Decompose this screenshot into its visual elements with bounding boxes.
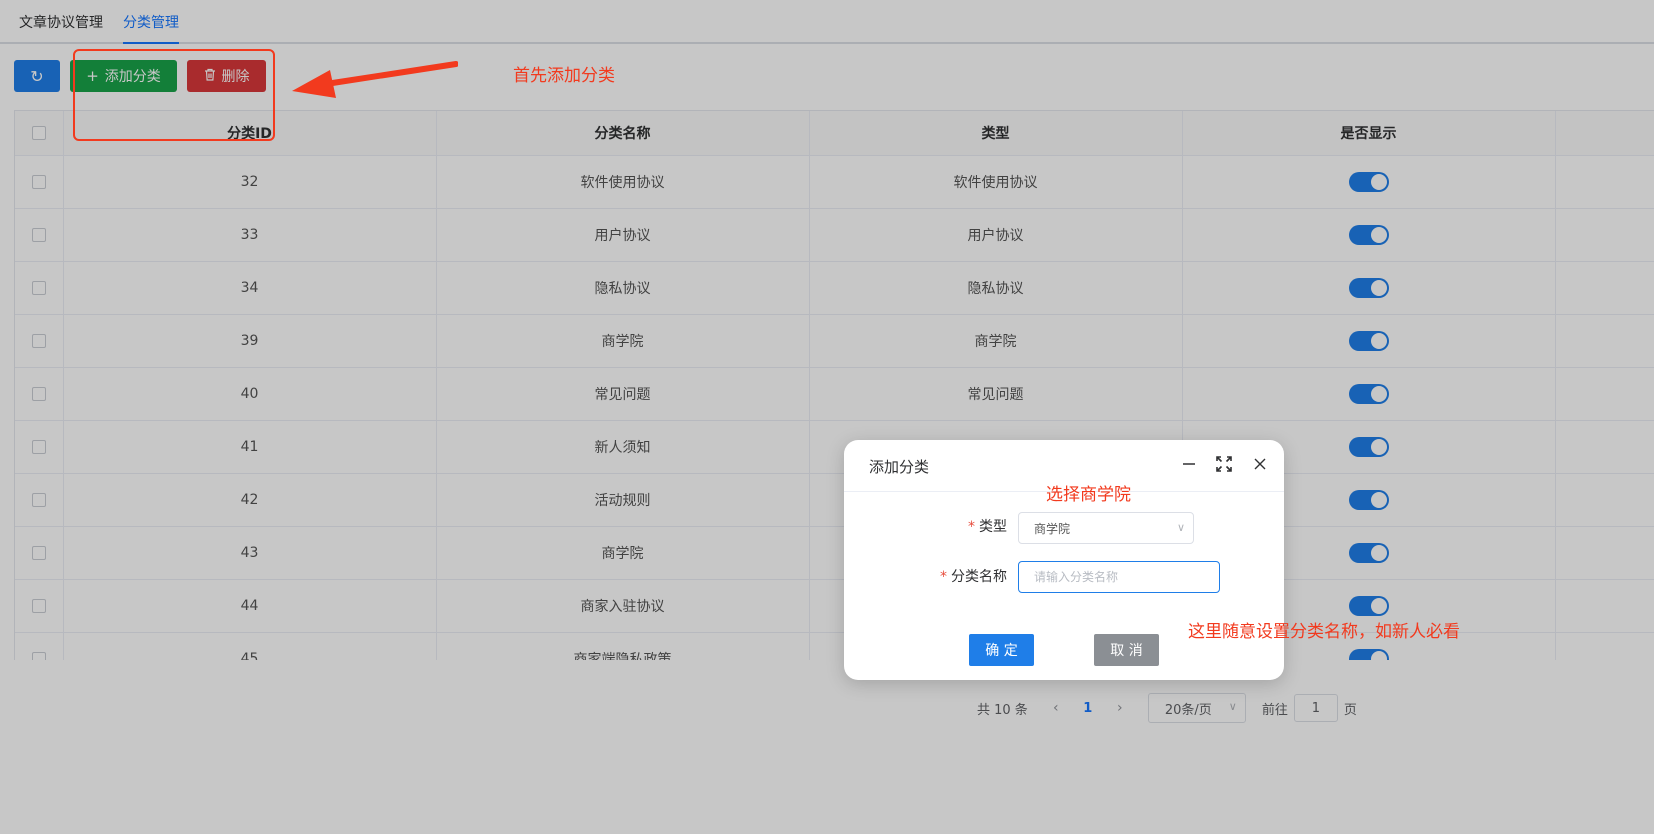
confirm-button[interactable]: 确 定 bbox=[969, 634, 1034, 666]
type-field-label: * 类型 bbox=[968, 519, 1007, 535]
minimize-icon[interactable] bbox=[1178, 453, 1200, 475]
annotation-arrow-icon bbox=[292, 61, 458, 98]
dialog-title: 添加分类 bbox=[869, 458, 930, 476]
annotation-highlight-box bbox=[73, 49, 275, 141]
cancel-button[interactable]: 取 消 bbox=[1094, 634, 1159, 666]
required-marker: * bbox=[940, 569, 947, 585]
type-select[interactable]: 商学院 ∨ bbox=[1018, 512, 1194, 544]
required-marker: * bbox=[968, 519, 975, 535]
fullscreen-icon[interactable] bbox=[1213, 453, 1235, 475]
annotation-select-type: 选择商学院 bbox=[1046, 485, 1131, 505]
type-select-value: 商学院 bbox=[1034, 521, 1071, 536]
annotation-add-category: 首先添加分类 bbox=[513, 66, 615, 86]
annotation-set-name: 这里随意设置分类名称，如新人必看 bbox=[1188, 622, 1460, 642]
category-name-input[interactable] bbox=[1018, 561, 1220, 593]
name-field-label: * 分类名称 bbox=[940, 569, 1007, 585]
chevron-down-icon: ∨ bbox=[1176, 521, 1185, 534]
add-category-dialog: 添加分类 *类型 商学院 ∨ *分类名称 确 定 bbox=[844, 440, 1284, 680]
close-icon[interactable] bbox=[1249, 453, 1271, 475]
page: 文章协议管理 分类管理 ↻ + 添加分类 删除 分类ID 分类名称 类型 是否显… bbox=[0, 0, 1654, 834]
